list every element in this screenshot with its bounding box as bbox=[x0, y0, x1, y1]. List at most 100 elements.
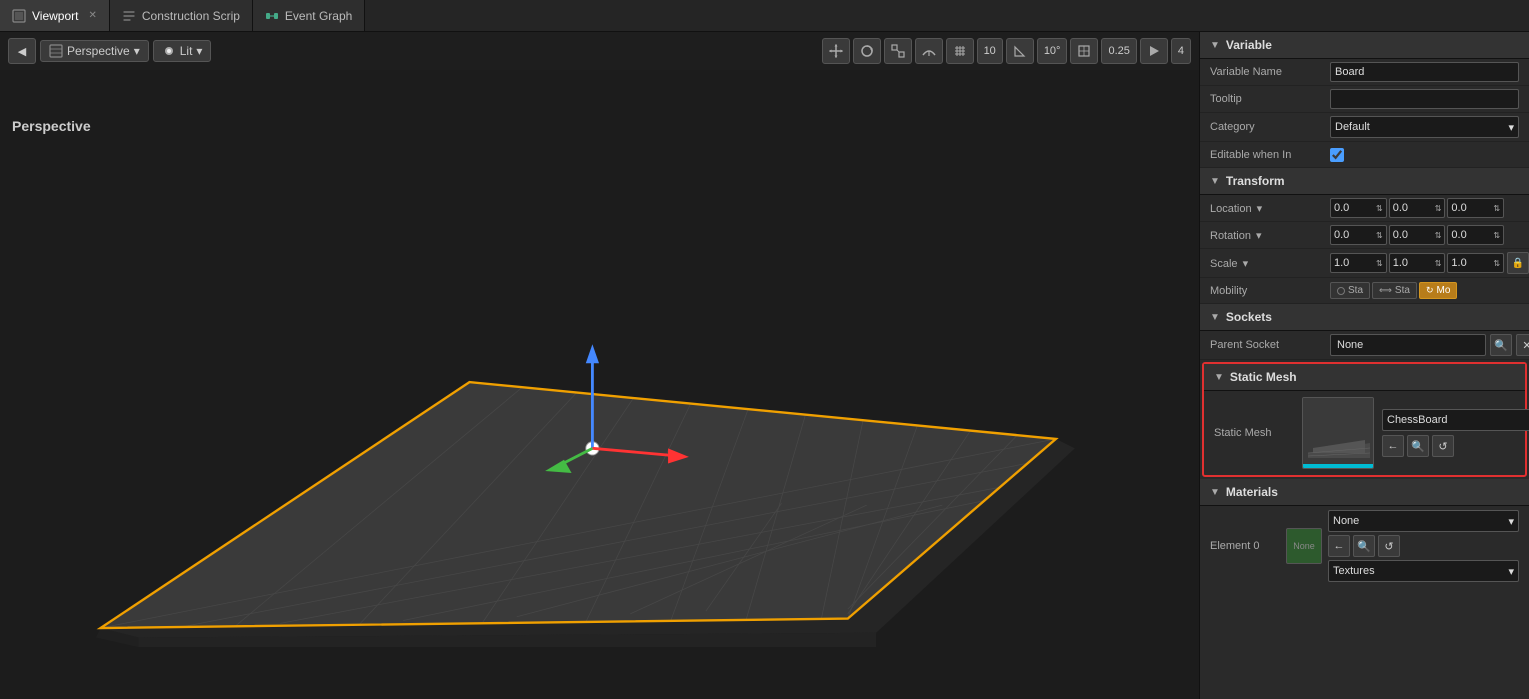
materials-collapse-arrow[interactable]: ▼ bbox=[1210, 487, 1220, 498]
viewport-icon bbox=[12, 9, 26, 23]
camera-speed-button[interactable] bbox=[1140, 38, 1168, 64]
rotation-x-input[interactable]: ⇅ bbox=[1330, 225, 1387, 245]
element0-navigate-button[interactable]: ← bbox=[1328, 535, 1350, 557]
scale-dropdown-arrow[interactable]: ▾ bbox=[1243, 258, 1249, 270]
textures-chevron: ▾ bbox=[1508, 565, 1514, 578]
angle-snap-button[interactable] bbox=[1006, 38, 1034, 64]
scale-z-value[interactable] bbox=[1451, 257, 1491, 269]
mesh-navigate-button[interactable]: ← bbox=[1382, 435, 1404, 457]
viewport-canvas: Perspective bbox=[0, 70, 1199, 699]
parent-socket-input[interactable] bbox=[1330, 334, 1486, 356]
lit-button[interactable]: Lit ▾ bbox=[153, 40, 212, 62]
tooltip-input[interactable] bbox=[1330, 89, 1519, 109]
perspective-icon bbox=[49, 44, 63, 58]
variable-name-value bbox=[1330, 62, 1519, 82]
scale-y-value[interactable] bbox=[1393, 257, 1433, 269]
mesh-reset-button[interactable]: ↺ bbox=[1432, 435, 1454, 457]
surface-snapping-button[interactable] bbox=[915, 38, 943, 64]
construction-icon bbox=[122, 9, 136, 23]
tab-viewport-close[interactable]: ✕ bbox=[88, 10, 96, 21]
scale-tool-button[interactable] bbox=[884, 38, 912, 64]
scale-x-value[interactable] bbox=[1334, 257, 1374, 269]
snap-translate-input[interactable]: 10 bbox=[977, 38, 1003, 64]
tooltip-label: Tooltip bbox=[1210, 93, 1330, 105]
transform-collapse-arrow[interactable]: ▼ bbox=[1210, 176, 1220, 187]
editable-label: Editable when In bbox=[1210, 149, 1330, 161]
element0-chevron: ▾ bbox=[1508, 515, 1514, 528]
snap-rotate-input[interactable]: 10° bbox=[1037, 38, 1068, 64]
mobility-row: Mobility Sta ⟺ Sta ↻ Mo bbox=[1200, 278, 1529, 304]
element0-search-button[interactable]: 🔍 bbox=[1353, 535, 1375, 557]
perspective-label: Perspective bbox=[67, 44, 130, 58]
snap-scale-input[interactable]: 0.25 bbox=[1101, 38, 1136, 64]
parent-socket-row: Parent Socket 🔍 ✕ bbox=[1200, 331, 1529, 360]
tab-viewport[interactable]: Viewport ✕ bbox=[0, 0, 110, 31]
mobility-movable-button[interactable]: ↻ Mo bbox=[1419, 282, 1457, 299]
category-row: Category Default ▾ bbox=[1200, 113, 1529, 142]
sockets-collapse-arrow[interactable]: ▼ bbox=[1210, 312, 1220, 323]
static-mesh-section: ▼ Static Mesh Static Mesh bbox=[1202, 362, 1527, 477]
move-tool-button[interactable] bbox=[822, 38, 850, 64]
scene-3d-svg bbox=[0, 70, 1199, 699]
grid-button[interactable] bbox=[946, 38, 974, 64]
static-mesh-collapse-arrow[interactable]: ▼ bbox=[1214, 372, 1224, 383]
location-dropdown-arrow[interactable]: ▾ bbox=[1257, 203, 1263, 215]
scale-lock-button[interactable]: 🔒 bbox=[1507, 252, 1529, 274]
tab-viewport-label: Viewport bbox=[32, 9, 78, 23]
location-y-input[interactable]: ⇅ bbox=[1389, 198, 1446, 218]
mesh-preview-svg bbox=[1303, 398, 1374, 469]
socket-search-button[interactable]: 🔍 bbox=[1490, 334, 1512, 356]
element0-row: Element 0 None None ▾ ← 🔍 ↺ bbox=[1200, 506, 1529, 586]
mesh-search-button[interactable]: 🔍 bbox=[1407, 435, 1429, 457]
scale-z-input[interactable]: ⇅ bbox=[1447, 253, 1504, 273]
element0-dropdown[interactable]: None ▾ bbox=[1328, 510, 1519, 532]
location-z-value[interactable] bbox=[1451, 202, 1491, 214]
location-x-value[interactable] bbox=[1334, 202, 1374, 214]
mobility-stationary-button[interactable]: ⟺ Sta bbox=[1372, 282, 1417, 299]
right-panel: ▼ Variable Variable Name Tooltip Categor… bbox=[1199, 32, 1529, 699]
category-dropdown[interactable]: Default ▾ bbox=[1330, 116, 1519, 138]
location-label: Location bbox=[1210, 203, 1252, 215]
rotation-label: Rotation bbox=[1210, 230, 1251, 242]
sockets-section: ▼ Sockets Parent Socket 🔍 ✕ bbox=[1200, 304, 1529, 360]
rotation-y-value[interactable] bbox=[1393, 229, 1433, 241]
scale-snap-button[interactable] bbox=[1070, 38, 1098, 64]
back-arrow-button[interactable]: ◀ bbox=[8, 38, 36, 64]
location-y-value[interactable] bbox=[1393, 202, 1433, 214]
perspective-button[interactable]: Perspective ▾ bbox=[40, 40, 149, 62]
mobility-movable-icon: ↻ bbox=[1426, 285, 1434, 296]
mesh-name-input[interactable] bbox=[1382, 409, 1529, 431]
rotation-x-value[interactable] bbox=[1334, 229, 1374, 241]
tab-construction-label: Construction Scrip bbox=[142, 9, 240, 23]
camera-speed-value: 4 bbox=[1171, 38, 1191, 64]
socket-clear-button[interactable]: ✕ bbox=[1516, 334, 1529, 356]
variable-name-input[interactable] bbox=[1330, 62, 1519, 82]
camera-speed-label: 4 bbox=[1178, 45, 1184, 57]
mobility-buttons: Sta ⟺ Sta ↻ Mo bbox=[1330, 282, 1519, 299]
rotation-z-value[interactable] bbox=[1451, 229, 1491, 241]
scale-y-input[interactable]: ⇅ bbox=[1389, 253, 1446, 273]
element0-none-label: None bbox=[1293, 541, 1315, 551]
tab-eventgraph[interactable]: Event Graph bbox=[253, 0, 365, 31]
variable-name-row: Variable Name bbox=[1200, 59, 1529, 86]
mobility-static-button[interactable]: Sta bbox=[1330, 282, 1370, 299]
element0-reset-button[interactable]: ↺ bbox=[1378, 535, 1400, 557]
location-x-input[interactable]: ⇅ bbox=[1330, 198, 1387, 218]
snap-translate-value: 10 bbox=[984, 45, 996, 57]
rotation-dropdown-arrow[interactable]: ▾ bbox=[1256, 230, 1262, 242]
viewport[interactable]: ◀ Perspective ▾ Lit ▾ bbox=[0, 32, 1199, 699]
sockets-section-title: Sockets bbox=[1226, 310, 1272, 324]
tab-construction[interactable]: Construction Scrip bbox=[110, 0, 253, 31]
rotation-y-input[interactable]: ⇅ bbox=[1389, 225, 1446, 245]
location-row: Location ▾ ⇅ ⇅ bbox=[1200, 195, 1529, 222]
editable-checkbox[interactable] bbox=[1330, 148, 1344, 162]
rotate-tool-button[interactable] bbox=[853, 38, 881, 64]
snap-scale-value: 0.25 bbox=[1108, 45, 1129, 57]
location-z-input[interactable]: ⇅ bbox=[1447, 198, 1504, 218]
rotation-z-input[interactable]: ⇅ bbox=[1447, 225, 1504, 245]
mobility-static-icon bbox=[1337, 287, 1345, 295]
mesh-controls: ▾ ← 🔍 ↺ bbox=[1382, 409, 1529, 457]
variable-collapse-arrow[interactable]: ▼ bbox=[1210, 40, 1220, 51]
textures-dropdown[interactable]: Textures ▾ bbox=[1328, 560, 1519, 582]
scale-x-input[interactable]: ⇅ bbox=[1330, 253, 1387, 273]
